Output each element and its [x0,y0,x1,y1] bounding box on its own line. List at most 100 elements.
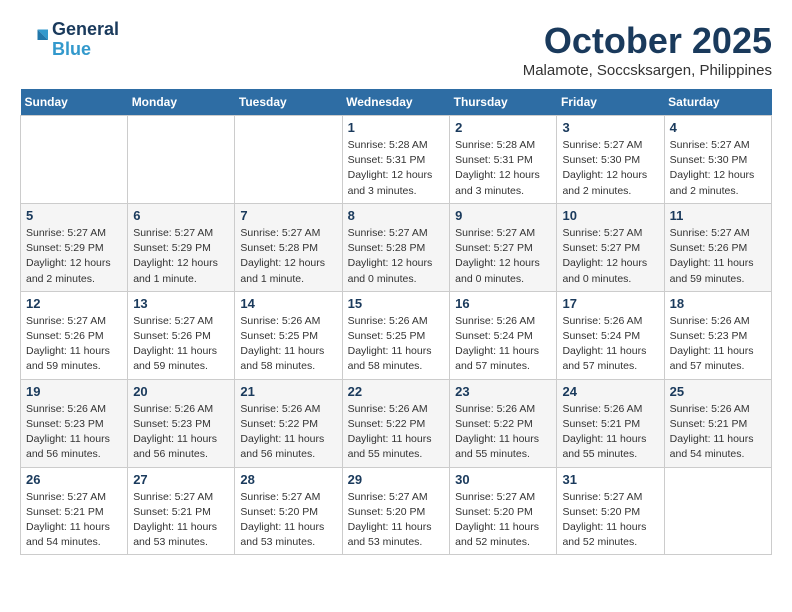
calendar-week-row: 5Sunrise: 5:27 AM Sunset: 5:29 PM Daylig… [21,203,772,291]
logo-icon [20,26,48,54]
day-info: Sunrise: 5:26 AM Sunset: 5:22 PM Dayligh… [455,402,551,463]
day-info: Sunrise: 5:27 AM Sunset: 5:20 PM Dayligh… [240,490,336,551]
calendar-cell: 31 Sunrise: 5:27 AM Sunset: 5:20 PM Dayli… [557,467,664,555]
day-info: Sunrise: 5:26 AM Sunset: 5:24 PM Dayligh… [455,314,551,375]
calendar-cell: 22 Sunrise: 5:26 AM Sunset: 5:22 PM Dayli… [342,379,450,467]
day-number: 21 [240,384,336,399]
day-number: 14 [240,296,336,311]
calendar-cell: 18 Sunrise: 5:26 AM Sunset: 5:23 PM Dayli… [664,291,771,379]
weekday-header-cell: Wednesday [342,89,450,116]
day-info: Sunrise: 5:28 AM Sunset: 5:31 PM Dayligh… [455,138,551,199]
logo: General Blue [20,20,119,60]
day-info: Sunrise: 5:27 AM Sunset: 5:21 PM Dayligh… [26,490,122,551]
calendar-cell: 10 Sunrise: 5:27 AM Sunset: 5:27 PM Dayli… [557,203,664,291]
weekday-header-cell: Monday [128,89,235,116]
calendar-table: SundayMondayTuesdayWednesdayThursdayFrid… [20,89,772,555]
day-info: Sunrise: 5:27 AM Sunset: 5:26 PM Dayligh… [26,314,122,375]
calendar-week-row: 26 Sunrise: 5:27 AM Sunset: 5:21 PM Dayli… [21,467,772,555]
day-info: Sunrise: 5:27 AM Sunset: 5:30 PM Dayligh… [670,138,766,199]
day-number: 7 [240,208,336,223]
weekday-header-cell: Thursday [450,89,557,116]
calendar-cell: 16 Sunrise: 5:26 AM Sunset: 5:24 PM Dayli… [450,291,557,379]
day-info: Sunrise: 5:27 AM Sunset: 5:27 PM Dayligh… [562,226,658,287]
day-info: Sunrise: 5:27 AM Sunset: 5:20 PM Dayligh… [455,490,551,551]
day-number: 9 [455,208,551,223]
day-number: 17 [562,296,658,311]
weekday-header-cell: Saturday [664,89,771,116]
day-number: 2 [455,120,551,135]
day-number: 22 [348,384,445,399]
calendar-cell: 3Sunrise: 5:27 AM Sunset: 5:30 PM Daylig… [557,116,664,204]
calendar-cell: 30Sunrise: 5:27 AM Sunset: 5:20 PM Dayli… [450,467,557,555]
calendar-cell: 4 Sunrise: 5:27 AM Sunset: 5:30 PM Daylig… [664,116,771,204]
calendar-cell: 24Sunrise: 5:26 AM Sunset: 5:21 PM Dayli… [557,379,664,467]
calendar-cell: 28 Sunrise: 5:27 AM Sunset: 5:20 PM Dayli… [235,467,342,555]
day-info: Sunrise: 5:27 AM Sunset: 5:20 PM Dayligh… [562,490,658,551]
day-info: Sunrise: 5:26 AM Sunset: 5:25 PM Dayligh… [240,314,336,375]
day-info: Sunrise: 5:27 AM Sunset: 5:21 PM Dayligh… [133,490,229,551]
day-info: Sunrise: 5:27 AM Sunset: 5:29 PM Dayligh… [133,226,229,287]
calendar-cell: 15Sunrise: 5:26 AM Sunset: 5:25 PM Dayli… [342,291,450,379]
day-info: Sunrise: 5:27 AM Sunset: 5:30 PM Dayligh… [562,138,658,199]
day-number: 31 [562,472,658,487]
day-number: 12 [26,296,122,311]
page-header: General Blue October 2025 Malamote, Socc… [20,20,772,79]
day-info: Sunrise: 5:26 AM Sunset: 5:23 PM Dayligh… [26,402,122,463]
calendar-cell [235,116,342,204]
weekday-header-row: SundayMondayTuesdayWednesdayThursdayFrid… [21,89,772,116]
day-number: 28 [240,472,336,487]
day-number: 4 [670,120,766,135]
day-info: Sunrise: 5:26 AM Sunset: 5:24 PM Dayligh… [562,314,658,375]
day-info: Sunrise: 5:27 AM Sunset: 5:28 PM Dayligh… [348,226,445,287]
calendar-cell: 21 Sunrise: 5:26 AM Sunset: 5:22 PM Dayli… [235,379,342,467]
calendar-cell [21,116,128,204]
day-number: 16 [455,296,551,311]
day-number: 1 [348,120,445,135]
calendar-cell: 26 Sunrise: 5:27 AM Sunset: 5:21 PM Dayli… [21,467,128,555]
calendar-cell: 11Sunrise: 5:27 AM Sunset: 5:26 PM Dayli… [664,203,771,291]
calendar-cell: 5Sunrise: 5:27 AM Sunset: 5:29 PM Daylig… [21,203,128,291]
day-number: 8 [348,208,445,223]
day-info: Sunrise: 5:27 AM Sunset: 5:28 PM Dayligh… [240,226,336,287]
day-number: 27 [133,472,229,487]
weekday-header-cell: Tuesday [235,89,342,116]
day-info: Sunrise: 5:26 AM Sunset: 5:21 PM Dayligh… [670,402,766,463]
day-info: Sunrise: 5:26 AM Sunset: 5:23 PM Dayligh… [133,402,229,463]
day-number: 19 [26,384,122,399]
calendar-cell [664,467,771,555]
calendar-cell: 2 Sunrise: 5:28 AM Sunset: 5:31 PM Daylig… [450,116,557,204]
day-number: 18 [670,296,766,311]
day-number: 10 [562,208,658,223]
day-info: Sunrise: 5:26 AM Sunset: 5:21 PM Dayligh… [562,402,658,463]
calendar-week-row: 1 Sunrise: 5:28 AM Sunset: 5:31 PM Daylig… [21,116,772,204]
logo-text: General Blue [52,20,119,60]
day-number: 26 [26,472,122,487]
calendar-cell: 17 Sunrise: 5:26 AM Sunset: 5:24 PM Dayli… [557,291,664,379]
day-info: Sunrise: 5:26 AM Sunset: 5:22 PM Dayligh… [240,402,336,463]
day-info: Sunrise: 5:26 AM Sunset: 5:22 PM Dayligh… [348,402,445,463]
calendar-cell: 9Sunrise: 5:27 AM Sunset: 5:27 PM Daylig… [450,203,557,291]
calendar-cell: 1Sunrise: 5:28 AM Sunset: 5:31 PM Daylig… [342,116,450,204]
day-info: Sunrise: 5:26 AM Sunset: 5:23 PM Dayligh… [670,314,766,375]
calendar-cell: 29 Sunrise: 5:27 AM Sunset: 5:20 PM Dayli… [342,467,450,555]
calendar-cell: 19 Sunrise: 5:26 AM Sunset: 5:23 PM Dayli… [21,379,128,467]
calendar-cell [128,116,235,204]
day-number: 11 [670,208,766,223]
calendar-cell: 23Sunrise: 5:26 AM Sunset: 5:22 PM Dayli… [450,379,557,467]
day-number: 6 [133,208,229,223]
title-block: October 2025 Malamote, Soccsksargen, Phi… [523,20,772,79]
calendar-cell: 7 Sunrise: 5:27 AM Sunset: 5:28 PM Daylig… [235,203,342,291]
day-number: 20 [133,384,229,399]
day-info: Sunrise: 5:27 AM Sunset: 5:29 PM Dayligh… [26,226,122,287]
weekday-header-cell: Friday [557,89,664,116]
calendar-cell: 25Sunrise: 5:26 AM Sunset: 5:21 PM Dayli… [664,379,771,467]
month-title: October 2025 [523,20,772,62]
calendar-cell: 20 Sunrise: 5:26 AM Sunset: 5:23 PM Dayli… [128,379,235,467]
calendar-cell: 12 Sunrise: 5:27 AM Sunset: 5:26 PM Dayli… [21,291,128,379]
day-info: Sunrise: 5:27 AM Sunset: 5:20 PM Dayligh… [348,490,445,551]
calendar-week-row: 12 Sunrise: 5:27 AM Sunset: 5:26 PM Dayli… [21,291,772,379]
weekday-header-cell: Sunday [21,89,128,116]
day-number: 29 [348,472,445,487]
day-number: 15 [348,296,445,311]
calendar-cell: 8 Sunrise: 5:27 AM Sunset: 5:28 PM Daylig… [342,203,450,291]
